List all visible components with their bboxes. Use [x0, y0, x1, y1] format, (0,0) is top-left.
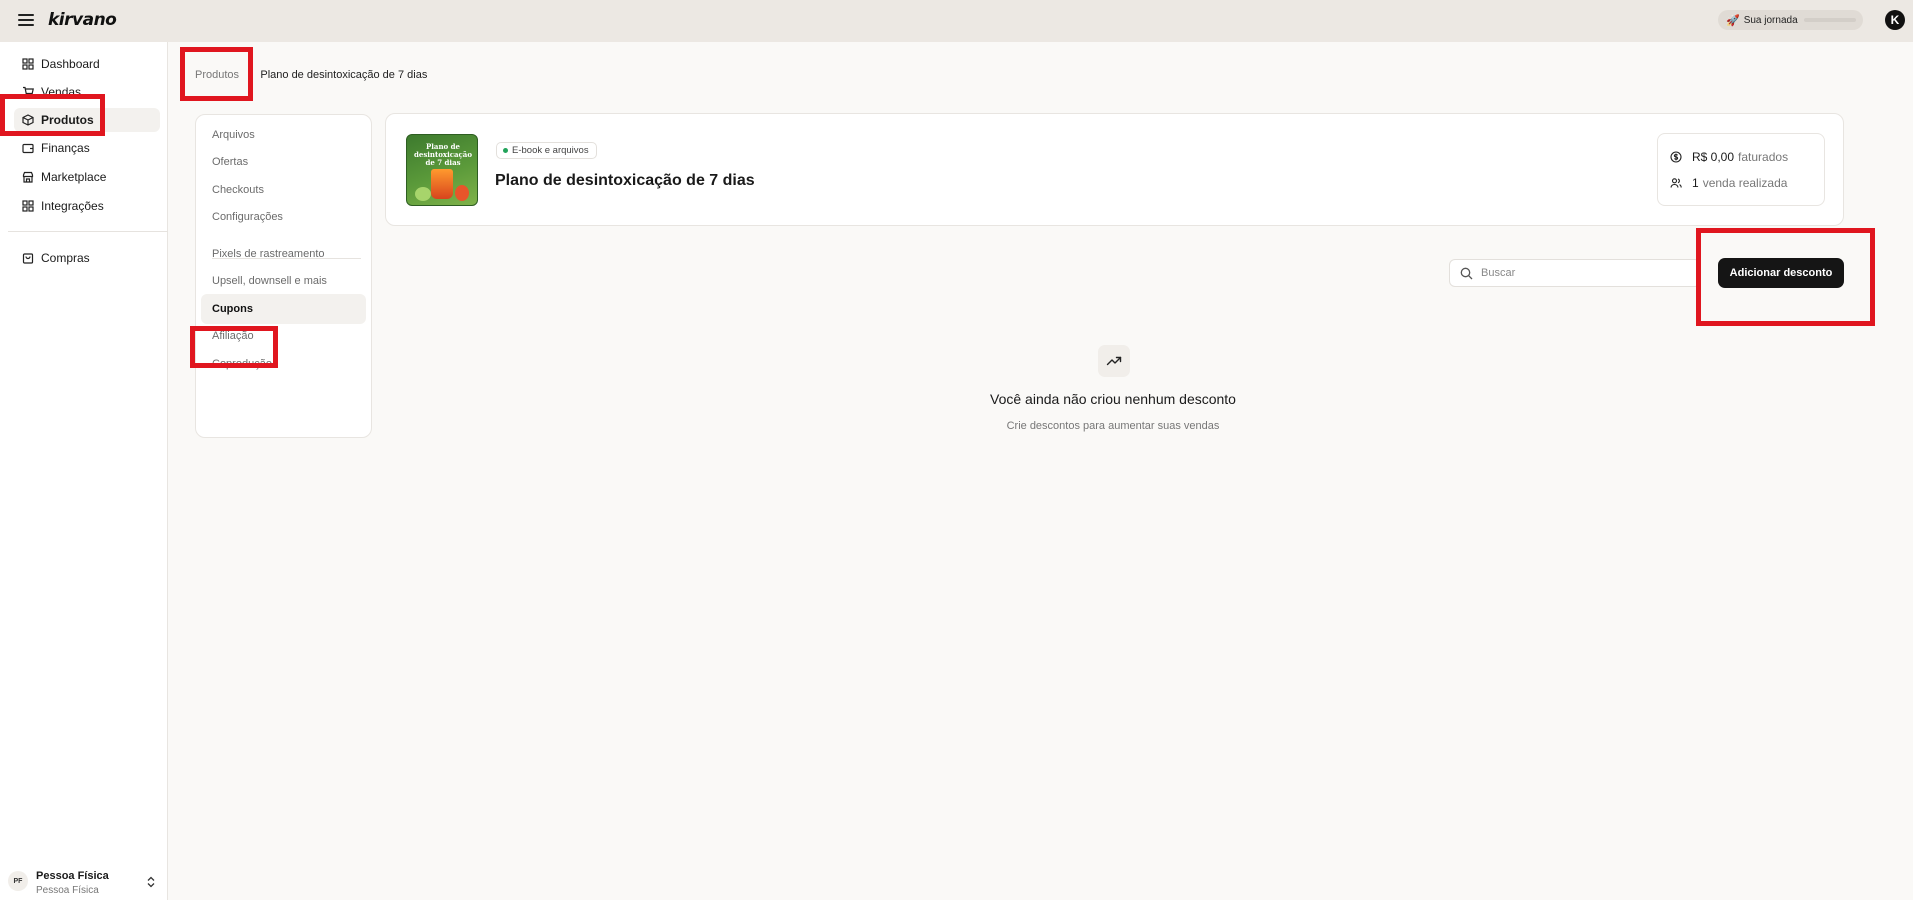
- sidebar: Dashboard Vendas Produtos Finanças Marke…: [6, 42, 168, 900]
- revenue-stat: R$ 0,00 faturados: [1670, 148, 1788, 166]
- breadcrumb-separator: ›: [248, 69, 252, 81]
- wallet-icon: [22, 143, 34, 154]
- journey-label: Sua jornada: [1743, 14, 1798, 26]
- chevron-updown-icon: [147, 876, 155, 888]
- sidebar-item-label: Integrações: [41, 199, 104, 213]
- badge-label: E-book e arquivos: [512, 145, 589, 156]
- sidebar-item-label: Vendas: [41, 85, 82, 99]
- bag-icon: [22, 253, 34, 264]
- thumbnail-caption: Plano de desintoxicação de 7 dias: [413, 142, 473, 167]
- submenu-item-arquivos[interactable]: Arquivos: [201, 120, 366, 150]
- coupon-search[interactable]: [1449, 259, 1701, 287]
- revenue-label: faturados: [1738, 150, 1789, 164]
- search-icon: [1460, 267, 1473, 279]
- sidebar-item-label: Produtos: [41, 113, 94, 127]
- sidebar-item-marketplace[interactable]: Marketplace: [14, 165, 160, 189]
- product-type-badge: E-book e arquivos: [496, 142, 597, 159]
- thumbnail-juice-glass: [431, 169, 453, 199]
- trending-up-icon: [1106, 356, 1122, 366]
- box-icon: [22, 114, 34, 126]
- sidebar-item-label: Dashboard: [41, 57, 100, 71]
- add-discount-button[interactable]: Adicionar desconto: [1718, 258, 1844, 288]
- user-avatar: PF: [8, 871, 28, 891]
- sidebar-item-label: Finanças: [41, 141, 90, 155]
- account-avatar[interactable]: K: [1885, 10, 1905, 30]
- account-switcher[interactable]: PF Pessoa Física Pessoa Física: [8, 866, 158, 896]
- product-submenu: Arquivos Ofertas Checkouts Configurações…: [195, 114, 372, 438]
- cart-icon: [23, 86, 34, 98]
- grid-icon: [22, 200, 34, 212]
- thumbnail-tomato: [455, 185, 469, 201]
- submenu-item-cupons[interactable]: Cupons: [201, 294, 366, 324]
- dashboard-icon: [22, 58, 34, 70]
- empty-state-icon-box: [1098, 345, 1130, 377]
- submenu-item-checkouts[interactable]: Checkouts: [201, 175, 366, 205]
- sidebar-item-integracoes[interactable]: Integrações: [14, 194, 160, 218]
- sidebar-item-dashboard[interactable]: Dashboard: [14, 52, 160, 76]
- menu-icon[interactable]: [18, 13, 34, 27]
- search-input[interactable]: [1481, 267, 1681, 279]
- revenue-value: R$ 0,00: [1692, 150, 1735, 164]
- submenu-item-ofertas[interactable]: Ofertas: [201, 147, 366, 177]
- submenu-item-upsell[interactable]: Upsell, downsell e mais: [201, 266, 366, 296]
- user-name: Pessoa Física: [36, 870, 109, 882]
- sales-label: venda realizada: [1702, 176, 1788, 190]
- breadcrumb-current: Plano de desintoxicação de 7 dias: [260, 69, 428, 81]
- sales-value: 1: [1692, 176, 1699, 190]
- dollar-circle-icon: [1670, 151, 1682, 163]
- app-logo[interactable]: kirvano: [48, 10, 117, 30]
- users-icon: [1670, 178, 1682, 188]
- empty-state-subtitle: Crie descontos para aumentar suas vendas: [1006, 420, 1220, 432]
- product-title: Plano de desintoxicação de 7 dias: [495, 172, 755, 189]
- journey-progress[interactable]: 🚀 Sua jornada: [1718, 10, 1863, 30]
- sidebar-item-label: Marketplace: [41, 170, 107, 184]
- rocket-icon: 🚀: [1726, 14, 1740, 27]
- submenu-item-afiliacao[interactable]: Afiliação: [201, 321, 366, 351]
- thumbnail-vegetable: [415, 187, 431, 201]
- status-dot-icon: [503, 148, 508, 153]
- sales-stat: 1 venda realizada: [1670, 174, 1787, 192]
- sidebar-item-compras[interactable]: Compras: [14, 246, 160, 270]
- store-icon: [22, 171, 34, 183]
- sidebar-divider: [8, 231, 168, 232]
- sidebar-item-label: Compras: [41, 251, 90, 265]
- sidebar-item-vendas[interactable]: Vendas: [14, 80, 160, 104]
- sidebar-item-financas[interactable]: Finanças: [14, 136, 160, 160]
- product-thumbnail: Plano de desintoxicação de 7 dias: [406, 134, 478, 206]
- top-bar: kirvano 🚀 Sua jornada K: [0, 0, 1913, 42]
- breadcrumb-produtos[interactable]: Produtos: [195, 69, 239, 81]
- submenu-item-coproducao[interactable]: Coprodução: [201, 349, 366, 379]
- submenu-item-configuracoes[interactable]: Configurações: [201, 202, 366, 232]
- breadcrumb: Produtos › Plano de desintoxicação de 7 …: [195, 69, 427, 81]
- sidebar-item-produtos[interactable]: Produtos: [14, 108, 160, 132]
- product-stats: R$ 0,00 faturados 1 venda realizada: [1657, 133, 1825, 206]
- empty-state-title: Você ainda não criou nenhum desconto: [990, 391, 1236, 407]
- journey-progress-bar: [1803, 18, 1856, 22]
- user-type: Pessoa Física: [36, 885, 99, 896]
- product-card: Plano de desintoxicação de 7 dias E-book…: [385, 113, 1844, 226]
- submenu-item-pixels[interactable]: Pixels de rastreamento: [201, 239, 366, 269]
